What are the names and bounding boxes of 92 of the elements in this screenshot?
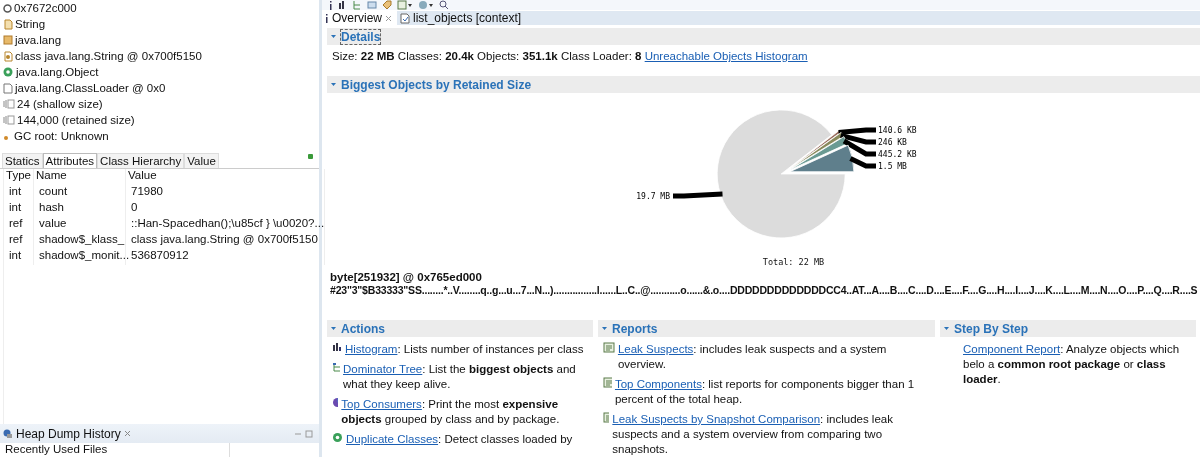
inspector-tab[interactable]: Class Hierarchy	[97, 153, 185, 168]
caret-icon	[330, 325, 337, 332]
table-cell: 71980	[126, 185, 326, 201]
action-description: Leak Suspects: includes leak suspects and a system overview.	[617, 342, 888, 372]
tree-icon[interactable]	[352, 0, 362, 10]
table-cell: int	[4, 201, 34, 217]
object-info-text: String	[15, 18, 46, 30]
close-icon[interactable]	[123, 430, 131, 437]
bar-chart-icon[interactable]	[338, 0, 347, 10]
report-icon	[603, 412, 610, 423]
table-cell: hash	[34, 201, 126, 217]
histogram-link[interactable]: Unreachable Objects Histogram	[644, 50, 808, 62]
info-icon	[325, 13, 329, 23]
caret-icon	[330, 81, 337, 88]
editor-tab[interactable]: Overview	[322, 11, 397, 25]
object-info-text: java.lang.Object	[16, 66, 99, 78]
object-info-text: class java.lang.String @ 0x700f5150	[15, 50, 202, 62]
package-icon	[3, 35, 13, 45]
slice-value-label: 445.2 KB	[877, 150, 917, 159]
table-cell: ref	[4, 233, 34, 249]
action-description: Duplicate Classes: Detect classes loaded by	[346, 432, 573, 447]
report-icon	[603, 377, 612, 388]
loader-icon	[3, 82, 13, 94]
table-cell: 0	[126, 201, 326, 217]
table-cell: shadow$_monit...	[34, 249, 126, 265]
list-icon[interactable]	[367, 0, 377, 10]
class-icon	[3, 18, 13, 30]
action-description: Histogram: Lists number of instances per class	[345, 342, 584, 357]
table-cell: count	[34, 185, 126, 201]
pie-icon	[332, 397, 339, 408]
tree-icon	[332, 362, 340, 373]
search-icon[interactable]	[439, 0, 449, 10]
action-description: Component Report: Analyze objects which belo a common root package or class loader.	[962, 342, 1181, 387]
action-description: Top Consumers: Print the most expensive objects grouped by class and by package.	[341, 397, 561, 427]
table-cell: value	[34, 217, 126, 233]
action-description: Top Components: list reports for components bigger than 1 percent of the total heap.	[614, 377, 916, 407]
section-header[interactable]: Reports	[598, 320, 935, 337]
close-icon[interactable]	[385, 14, 392, 22]
table-cell: ref	[4, 217, 34, 233]
size-icon	[3, 99, 15, 109]
section-header[interactable]: Details	[327, 28, 1200, 45]
object-info-text: java.lang	[15, 34, 62, 46]
table-cell: ::Han-Spacedhan();\u85cf } \u0020?...	[126, 217, 326, 233]
size-icon	[3, 115, 15, 125]
action-link[interactable]: Top Components	[614, 378, 702, 390]
summary-text: Size: 22 MB Classes: 20.4k Objects: 351.1k Class Loader: 8 Unreachable Objects Histogram	[332, 50, 809, 64]
caret-icon	[330, 33, 337, 40]
total-label: Total: 22 MB	[762, 257, 825, 267]
slice-value-label: 246 KB	[877, 138, 907, 147]
class-file-icon	[3, 50, 13, 62]
object-icon	[3, 3, 12, 13]
action-description: Leak Suspects by Snapshot Comparison: includes leak suspects and a system overview from comparing two snapshots.	[612, 412, 894, 457]
inspector-tab[interactable]: Attributes	[42, 153, 98, 168]
superclass-icon	[3, 66, 14, 78]
inspector-tab[interactable]: Value	[184, 153, 219, 168]
table-cell: shadow$_klass_	[34, 233, 126, 249]
object-title: byte[251932] @ 0x765ed000	[330, 271, 483, 283]
slice-value-label: 19.7 MB	[635, 192, 670, 201]
caret-icon	[943, 325, 950, 332]
table-cell: int	[4, 249, 34, 265]
document-icon	[400, 12, 410, 24]
leader-line	[672, 191, 723, 199]
object-info-text: 24 (shallow size)	[17, 98, 103, 110]
duplicate-icon	[332, 432, 343, 443]
section-header[interactable]: Step By Step	[940, 320, 1196, 337]
action-description: Dominator Tree: List the biggest objects and what they keep alive.	[343, 362, 577, 392]
object-content-text: #23"3"$B33333"SS........*..V........q..g...u...7...N...)................l......L..C..@...........o......&.o....DDDDDDDDDDDDDCC4..AT...A....B....C....D....E....F....G....H....I....J....K....L....M....N....O....P....Q....R....S	[330, 284, 1199, 296]
slice-value-label: 140.6 KB	[877, 126, 917, 135]
section-header[interactable]: Actions	[327, 320, 593, 337]
bar-chart-icon	[332, 342, 342, 352]
caret-icon	[601, 325, 608, 332]
slice-value-label: 1.5 MB	[877, 162, 907, 171]
table-cell: 536870912	[126, 249, 326, 265]
editor-tab[interactable]: list_objects [context]	[397, 11, 527, 25]
action-link[interactable]: Top Consumers	[341, 398, 422, 410]
column-header[interactable]: Value	[126, 169, 326, 185]
object-info-text: java.lang.ClassLoader @ 0x0	[15, 82, 166, 94]
maximize-icon[interactable]	[305, 429, 313, 438]
column-header[interactable]: Type	[4, 169, 34, 185]
section-header[interactable]: Biggest Objects by Retained Size	[327, 76, 1200, 93]
report-icon[interactable]	[397, 0, 413, 10]
report-icon	[603, 342, 615, 353]
history-title: Heap Dump History	[16, 426, 121, 441]
object-info-text: GC root: Unknown	[14, 130, 109, 142]
info-icon[interactable]	[328, 0, 333, 10]
inspector-tab[interactable]: Statics	[2, 153, 43, 168]
column-header[interactable]: Recently Used Files	[0, 443, 230, 457]
table-cell: class java.lang.String @ 0x700f5150	[126, 233, 326, 249]
table-cell: int	[4, 185, 34, 201]
column-header[interactable]: Name	[34, 169, 126, 185]
object-info-text: 0x7672c000	[14, 2, 77, 14]
object-info-text: 144,000 (retained size)	[17, 114, 135, 126]
